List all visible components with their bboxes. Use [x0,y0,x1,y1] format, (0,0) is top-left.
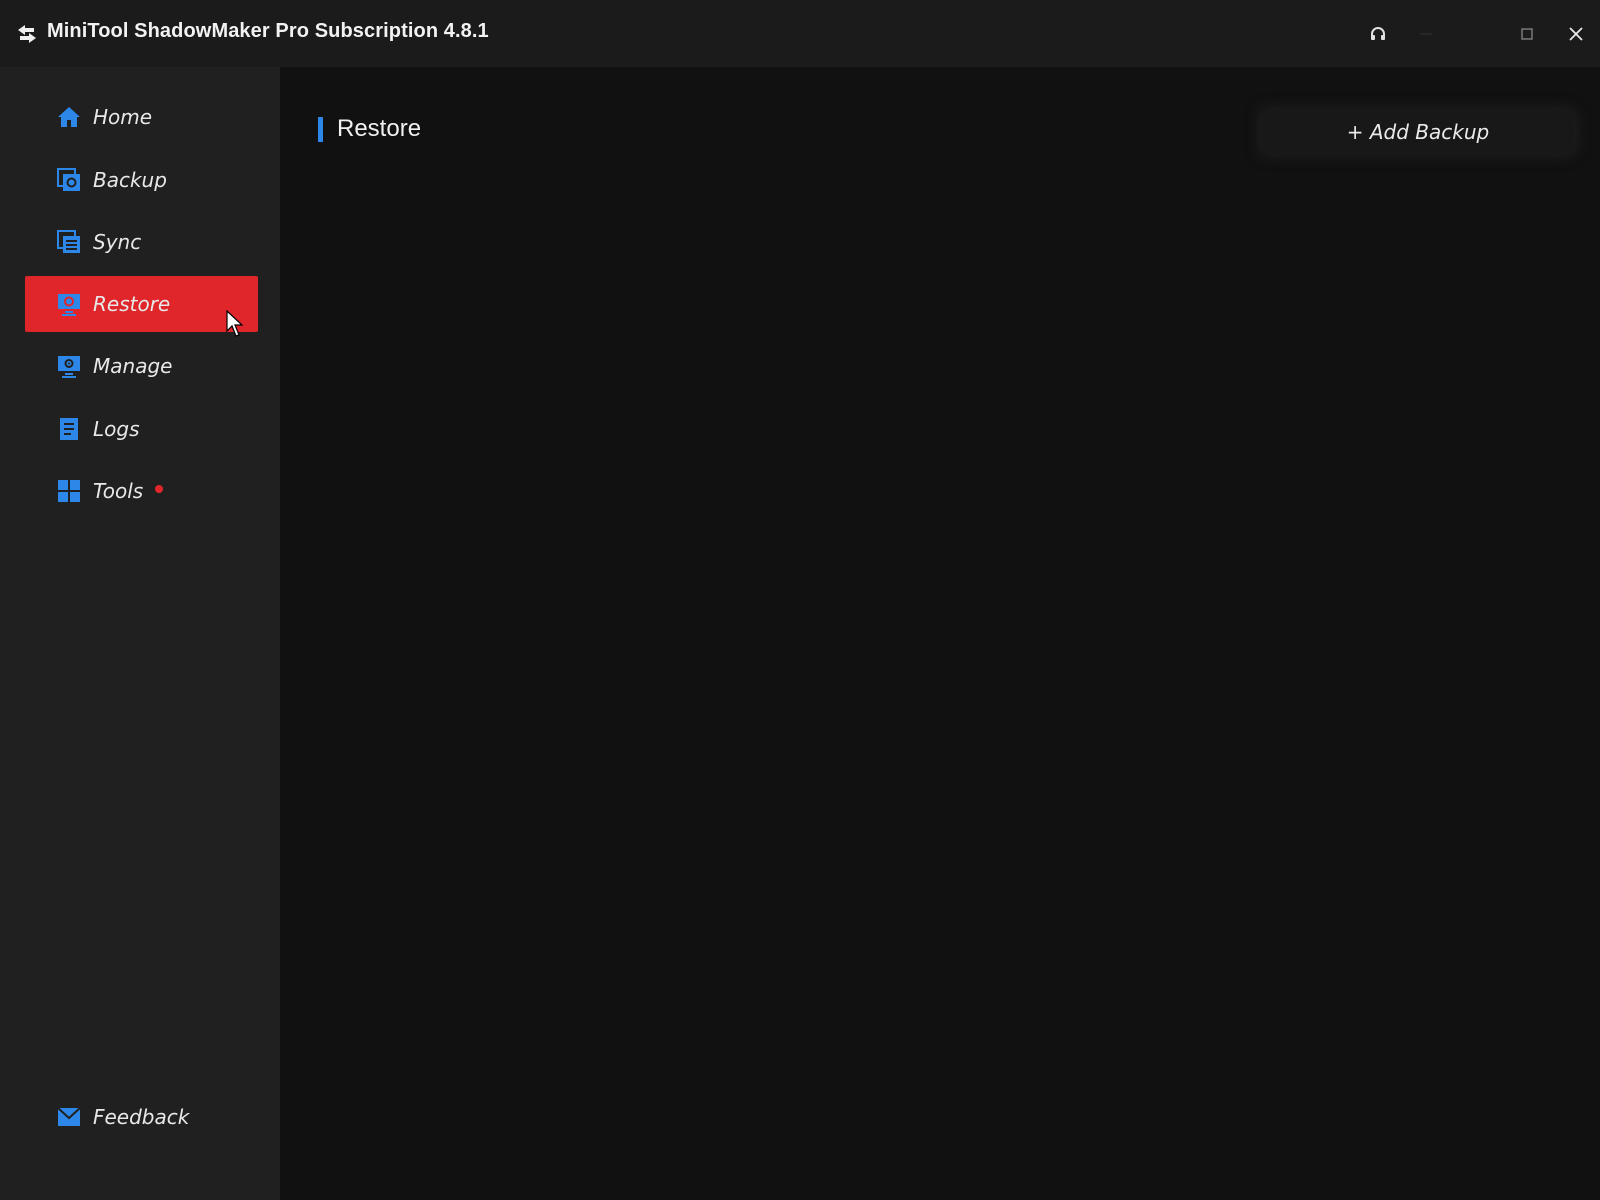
maximize-icon[interactable] [1511,18,1543,50]
notification-dot [155,485,164,493]
title-bar: MiniTool ShadowMaker Pro Subscription 4.… [0,0,1600,67]
minitool-logo-icon [18,25,36,43]
sidebar-item-label: Backup [93,168,167,192]
manage-icon [58,356,80,378]
add-backup-button[interactable]: + Add Backup [1262,111,1574,153]
sidebar-item-label: Manage [93,354,173,378]
sidebar-item-label: Sync [93,230,142,254]
feedback-label: Feedback [93,1105,190,1129]
sidebar-item-manage[interactable]: Manage [25,338,258,394]
window-title: MiniTool ShadowMaker Pro Subscription 4.… [47,20,489,42]
title-accent-bar [318,116,323,142]
home-icon [58,107,80,127]
sidebar-item-restore[interactable]: Restore [25,276,258,332]
tools-icon [58,480,80,502]
restore-icon [58,294,80,316]
sidebar-item-label: Tools [93,479,144,503]
main-content: Restore + Add Backup [280,67,1600,1200]
sidebar-item-backup[interactable]: Backup [25,152,258,208]
feedback-button[interactable]: Feedback [25,1089,258,1145]
section-header: Restore [318,115,421,143]
mail-icon [57,1107,81,1126]
sidebar-item-label: Restore [93,292,171,316]
add-backup-label: + Add Backup [1346,120,1490,144]
sidebar-item-tools[interactable]: Tools [25,463,258,519]
support-headset-icon[interactable] [1362,18,1394,50]
close-icon[interactable] [1560,18,1592,50]
sidebar: Home Backup Sync Restore Manage Logs Too… [0,67,280,1200]
sidebar-item-label: Logs [93,417,140,441]
sidebar-item-label: Home [93,105,153,129]
logs-icon [60,418,78,440]
sidebar-item-sync[interactable]: Sync [25,214,258,270]
sidebar-item-home[interactable]: Home [25,89,258,145]
page-title: Restore [337,115,422,142]
sync-icon [57,230,80,253]
backup-icon [57,168,80,191]
sidebar-item-logs[interactable]: Logs [25,401,258,457]
mouse-pointer-icon [226,310,244,337]
minimize-icon[interactable] [1410,18,1442,50]
